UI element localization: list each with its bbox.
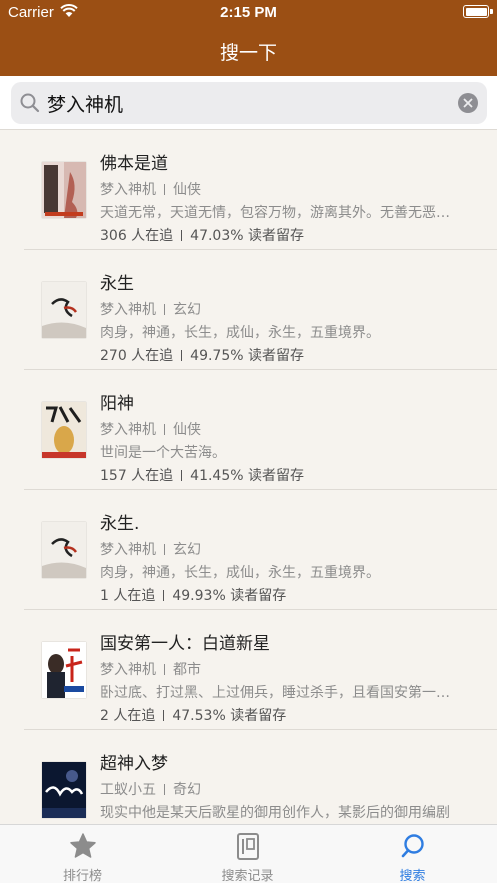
book-author: 工蚁小五: [100, 782, 156, 798]
book-meta: 工蚁小五 奇幻: [100, 779, 201, 799]
book-description: 天道无常，天道无情，包容万物，游离其外。无善无恶，无是无非: [100, 205, 457, 221]
list-item[interactable]: 超神入梦 工蚁小五 奇幻 现实中他是某天后歌星的御用创作人，某影后的御用编剧: [0, 730, 497, 824]
book-cover: [42, 642, 86, 698]
search-results-list[interactable]: 佛本是道 梦入神机仙侠 天道无常，天道无情，包容万物，游离其外。无善无恶，无是无…: [0, 130, 497, 824]
retention-rate: 47.53% 读者留存: [172, 708, 287, 724]
book-author: 梦入神机: [100, 182, 156, 198]
retention-rate: 41.45% 读者留存: [190, 468, 305, 484]
search-bar-container: [0, 76, 497, 130]
book-author: 梦入神机: [100, 422, 156, 438]
book-stats: 306 人在追 47.03% 读者留存: [100, 225, 304, 245]
book-category: 仙侠: [173, 422, 201, 438]
book-stats: 157 人在追 41.45% 读者留存: [100, 465, 304, 485]
book-cover: [42, 162, 86, 218]
book-description: 现实中他是某天后歌星的御用创作人，某影后的御用编剧: [100, 805, 450, 821]
status-time: 2:15 PM: [220, 4, 277, 21]
list-item[interactable]: 国安第一人：白道新星 梦入神机 都市 卧过底、打过黑、上过佣兵，睡过杀手，且看国安…: [0, 610, 497, 730]
book-cover: [42, 522, 86, 578]
search-bar[interactable]: [11, 82, 487, 124]
book-category: 玄幻: [173, 542, 201, 558]
book-description: 肉身，神通，长生，成仙，永生，五重境界。: [100, 565, 380, 581]
book-title: 永生.: [100, 514, 140, 534]
book-stats: 1 人在追 49.93% 读者留存: [100, 585, 286, 605]
list-item[interactable]: 永生. 梦入神机 玄幻 肉身，神通，长生，成仙，永生，五重境界。 1 人在追 49.…: [0, 490, 497, 610]
retention-rate: 47.03% 读者留存: [190, 228, 305, 244]
clear-search-button[interactable]: [458, 93, 478, 113]
book-category: 都市: [173, 662, 201, 678]
book-category: 仙侠: [173, 182, 201, 198]
retention-rate: 49.93% 读者留存: [172, 588, 287, 604]
list-item[interactable]: 佛本是道 梦入神机 仙侠 天道无常，天道无情，包容万物，游离其外。无善无恶，无是无…: [0, 130, 497, 250]
tab-ranking[interactable]: 排行榜: [0, 825, 165, 883]
book-description: 肉身，神通，长生，成仙，永生，五重境界。: [100, 325, 380, 341]
book-meta: 梦入神机 仙侠: [100, 419, 201, 439]
book-category: 玄幻: [173, 302, 201, 318]
book-title: 永生: [100, 274, 134, 294]
tab-label: 搜索: [399, 869, 426, 883]
readers-count: 270 人在追: [100, 348, 174, 364]
star-icon: [70, 833, 96, 858]
book-title: 佛本是道: [100, 154, 168, 174]
page-title: 搜一下: [219, 42, 277, 64]
book-title: 国安第一人：白道新星: [100, 634, 270, 654]
tab-label: 排行榜: [62, 869, 102, 883]
book-stats: 270 人在追 49.75% 读者留存: [100, 345, 304, 365]
readers-count: 1 人在追: [100, 588, 156, 604]
search-input[interactable]: [47, 82, 447, 124]
book-author: 梦入神机: [100, 662, 156, 678]
book-meta: 梦入神机 玄幻: [100, 539, 201, 559]
book-meta: 梦入神机 都市: [100, 659, 201, 679]
book-stats: 2 人在追 47.53% 读者留存: [100, 705, 286, 725]
book-cover: [42, 762, 86, 818]
book-description: 世间是一个大苦海。: [100, 445, 226, 461]
book-category: 奇幻: [173, 782, 201, 798]
book-description: 卧过底、打过黑、上过佣兵，睡过杀手，且看国安第一人如何: [100, 685, 457, 701]
book-title: 超神入梦: [100, 754, 168, 774]
book-cover: [42, 282, 86, 338]
tab-bar: 排行榜 搜索记录 搜索: [0, 824, 497, 883]
tab-search-history[interactable]: 搜索记录: [165, 825, 330, 883]
search-icon: [20, 93, 40, 113]
readers-count: 2 人在追: [100, 708, 156, 724]
status-bar: Carrier 2:15 PM: [0, 0, 497, 26]
readers-count: 306 人在追: [100, 228, 174, 244]
book-title: 阳神: [100, 394, 134, 414]
book-cover: [42, 402, 86, 458]
list-item[interactable]: 永生 梦入神机 玄幻 肉身，神通，长生，成仙，永生，五重境界。 270 人在追 49…: [0, 250, 497, 370]
book-meta: 梦入神机 玄幻: [100, 299, 201, 319]
book-author: 梦入神机: [100, 302, 156, 318]
close-icon: [463, 98, 473, 108]
search-icon: [401, 834, 424, 858]
retention-rate: 49.75% 读者留存: [190, 348, 305, 364]
book-icon: [237, 833, 259, 860]
tab-search[interactable]: 搜索: [330, 825, 495, 883]
tab-label: 搜索记录: [221, 869, 274, 883]
navigation-header: Carrier 2:15 PM 搜一下: [0, 0, 497, 76]
list-item[interactable]: 阳神 梦入神机 仙侠 世间是一个大苦海。 157 人在追 41.45% 读者留存: [0, 370, 497, 490]
battery-icon: [463, 5, 493, 18]
readers-count: 157 人在追: [100, 468, 174, 484]
book-author: 梦入神机: [100, 542, 156, 558]
book-meta: 梦入神机 仙侠: [100, 179, 201, 199]
